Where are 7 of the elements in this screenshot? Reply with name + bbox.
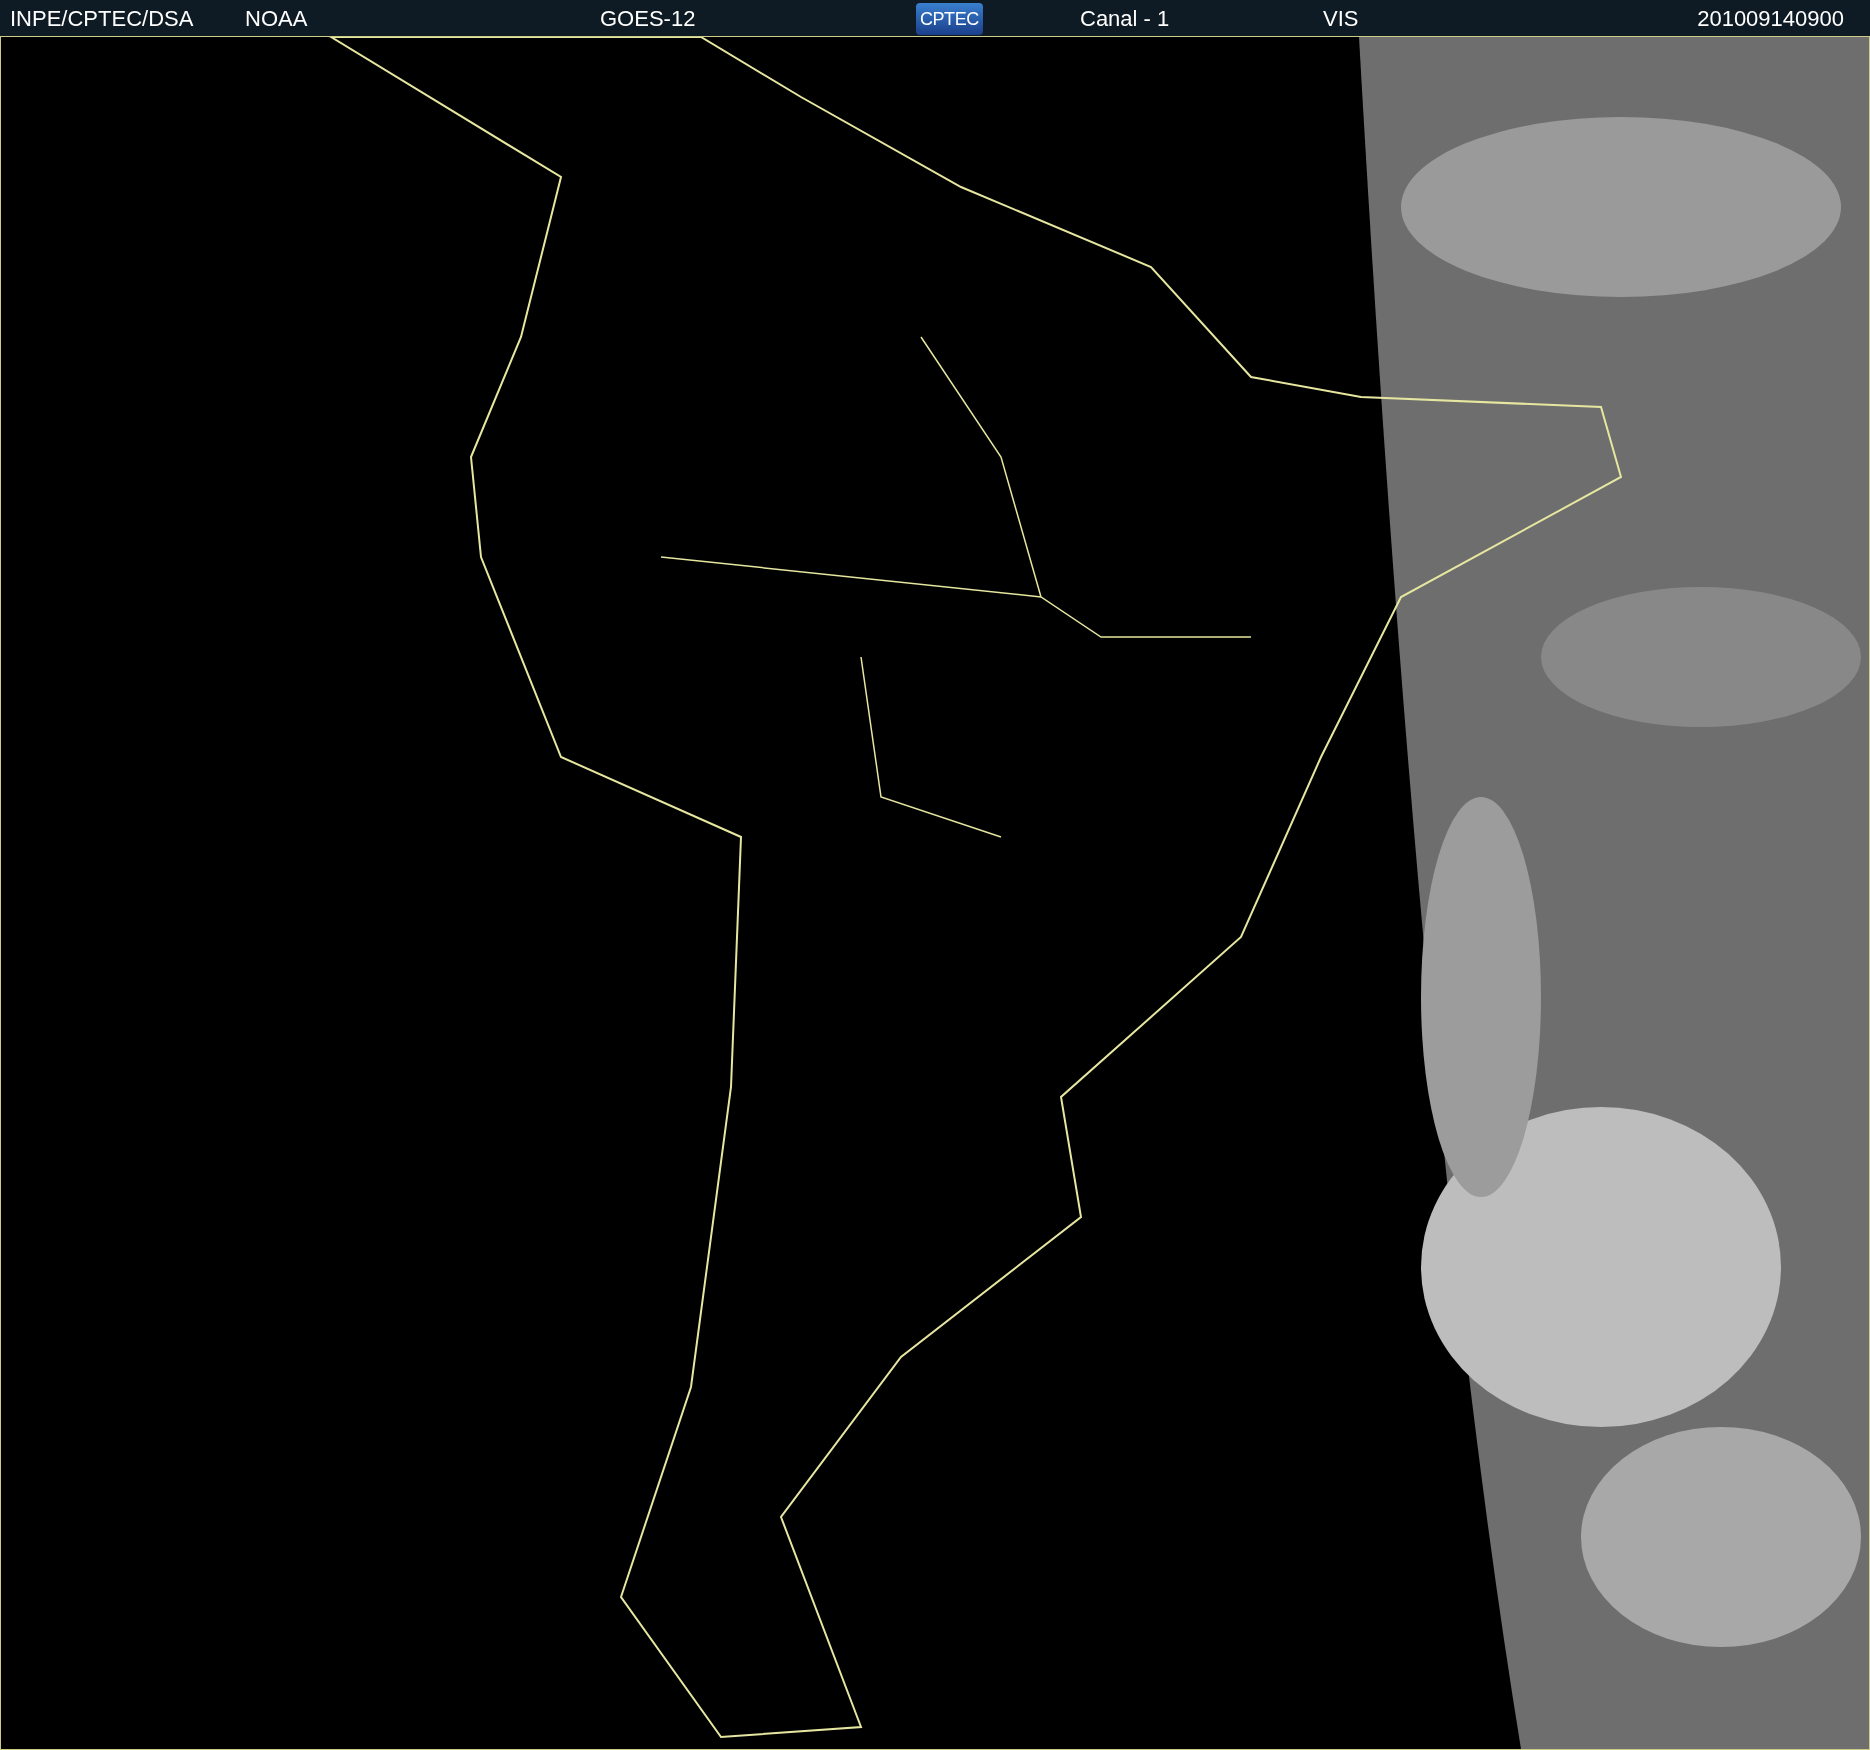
header-label: INPE/CPTEC/DSA: [10, 5, 194, 31]
header-label: GOES-12: [600, 5, 696, 31]
header-label: NOAA: [245, 5, 308, 31]
cptec-logo: CPTEC: [916, 3, 983, 35]
header-label: 201009140900: [1697, 5, 1844, 31]
header-label: Canal - 1: [1080, 5, 1170, 31]
header-label: VIS: [1323, 5, 1359, 31]
